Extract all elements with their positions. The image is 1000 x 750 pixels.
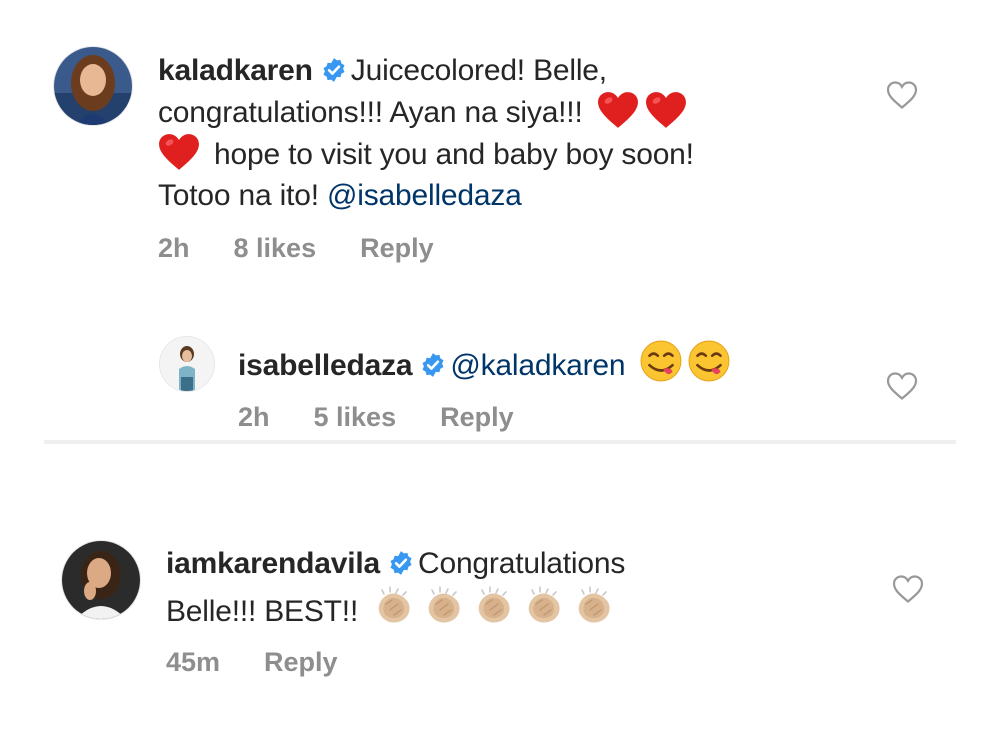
avatar[interactable] xyxy=(160,337,214,391)
verified-badge-icon xyxy=(388,550,414,576)
comment-text: isabelledaza @kaladkaren xyxy=(238,340,858,386)
clapping-hands-icon xyxy=(472,584,516,628)
comment-body: hope to visit you and baby boy soon! xyxy=(214,138,694,171)
likes-count[interactable]: 5 likes xyxy=(314,402,397,432)
comment-meta: 2h 8 likes Reply xyxy=(158,233,478,264)
reply-button[interactable]: Reply xyxy=(264,647,338,677)
likes-count[interactable]: 8 likes xyxy=(234,233,317,263)
verified-badge-icon xyxy=(420,352,446,378)
username[interactable]: isabelledaza xyxy=(238,349,413,382)
timestamp: 2h xyxy=(158,233,190,263)
avatar[interactable] xyxy=(62,541,140,619)
like-heart-icon[interactable] xyxy=(892,574,924,604)
comment-body: Totoo na ito! xyxy=(158,179,319,212)
divider xyxy=(44,440,956,444)
clapping-hands-icon xyxy=(372,584,416,628)
comment-body: Belle!!! BEST!! xyxy=(166,595,359,628)
like-heart-icon[interactable] xyxy=(886,371,918,401)
savoring-food-face-icon xyxy=(688,340,730,382)
comment-body: Juicecolored! Belle, xyxy=(350,54,607,87)
savoring-food-face-icon xyxy=(640,340,682,382)
comment-body: Congratulations xyxy=(418,547,626,580)
comment-meta: 45m Reply xyxy=(166,647,382,678)
reply-button[interactable]: Reply xyxy=(360,233,434,263)
mention-link[interactable]: @isabelledaza xyxy=(327,179,522,212)
username[interactable]: kaladkaren xyxy=(158,54,313,87)
clapping-hands-icon xyxy=(422,584,466,628)
reply-button[interactable]: Reply xyxy=(440,402,514,432)
red-heart-icon xyxy=(158,133,200,171)
like-heart-icon[interactable] xyxy=(886,80,918,110)
comment-meta: 2h 5 likes Reply xyxy=(238,402,558,433)
username[interactable]: iamkarendavila xyxy=(166,547,380,580)
avatar[interactable] xyxy=(54,47,132,125)
red-heart-icon xyxy=(645,91,687,129)
clapping-hands-icon xyxy=(522,584,566,628)
mention-link[interactable]: @kaladkaren xyxy=(450,349,625,382)
timestamp: 45m xyxy=(166,647,221,677)
verified-badge-icon xyxy=(321,57,347,83)
clapping-hands-icon xyxy=(572,584,616,628)
red-heart-icon xyxy=(597,91,639,129)
comment-text: kaladkaren Juicecolored! Belle, congratul… xyxy=(158,50,858,216)
comment-body: congratulations!!! Ayan na siya!!! xyxy=(158,96,583,129)
timestamp: 2h xyxy=(238,402,270,432)
comment-text: iamkarendavila Congratulations Belle!!! B… xyxy=(166,543,866,632)
